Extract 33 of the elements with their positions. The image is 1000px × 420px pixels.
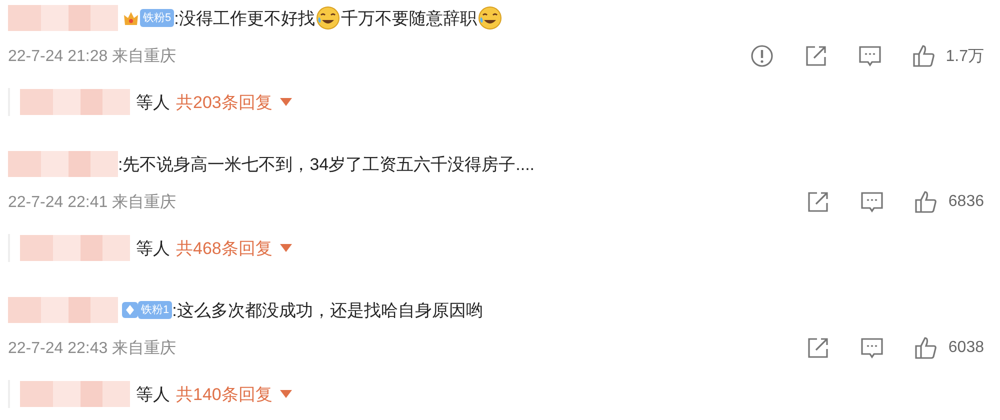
comment-text: 千万不要随意辞职 [340, 8, 477, 30]
thumbs-up-icon[interactable] [914, 336, 938, 360]
reply-names-suffix: 等人 [136, 384, 170, 406]
caret-icon [280, 98, 292, 106]
comment-icon[interactable] [858, 44, 882, 68]
share-icon[interactable] [804, 44, 828, 68]
like-count: 6836 [948, 193, 984, 211]
replies-link[interactable]: 共203条回复 [176, 90, 292, 114]
share-icon[interactable] [806, 190, 830, 214]
reply-names-suffix: 等人 [136, 238, 170, 260]
laughing-crying-emoji-icon [478, 6, 502, 30]
fan-badge: 铁粉1 [138, 301, 172, 319]
comment-time: 22-7-24 22:43 来自重庆 [8, 338, 176, 358]
laughing-crying-emoji-icon [316, 6, 340, 30]
replies-link[interactable]: 共140条回复 [176, 382, 292, 406]
like-count: 1.7万 [946, 46, 984, 66]
caret-icon [280, 390, 292, 398]
caret-icon [280, 244, 292, 252]
fan-badge: 铁粉5 [140, 9, 174, 27]
like-count: 6038 [948, 339, 984, 357]
thumbs-up-icon[interactable] [914, 190, 938, 214]
comment-text: :先不说身高一米七不到，34岁了工资五六千没得房子.... [118, 154, 535, 176]
reply-names-suffix: 等人 [136, 92, 170, 114]
comment-text: :这么多次都没成功，还是找哈自身原因哟 [172, 300, 483, 322]
thumbs-up-icon[interactable] [912, 44, 936, 68]
share-icon[interactable] [806, 336, 830, 360]
comment-time: 22-7-24 21:28 来自重庆 [8, 46, 176, 66]
comment-time: 22-7-24 22:41 来自重庆 [8, 192, 176, 212]
comment-icon[interactable] [860, 190, 884, 214]
comment-icon[interactable] [860, 336, 884, 360]
report-icon[interactable] [750, 44, 774, 68]
replies-link[interactable]: 共468条回复 [176, 236, 292, 260]
comment-text: :没得工作更不好找 [174, 8, 315, 30]
